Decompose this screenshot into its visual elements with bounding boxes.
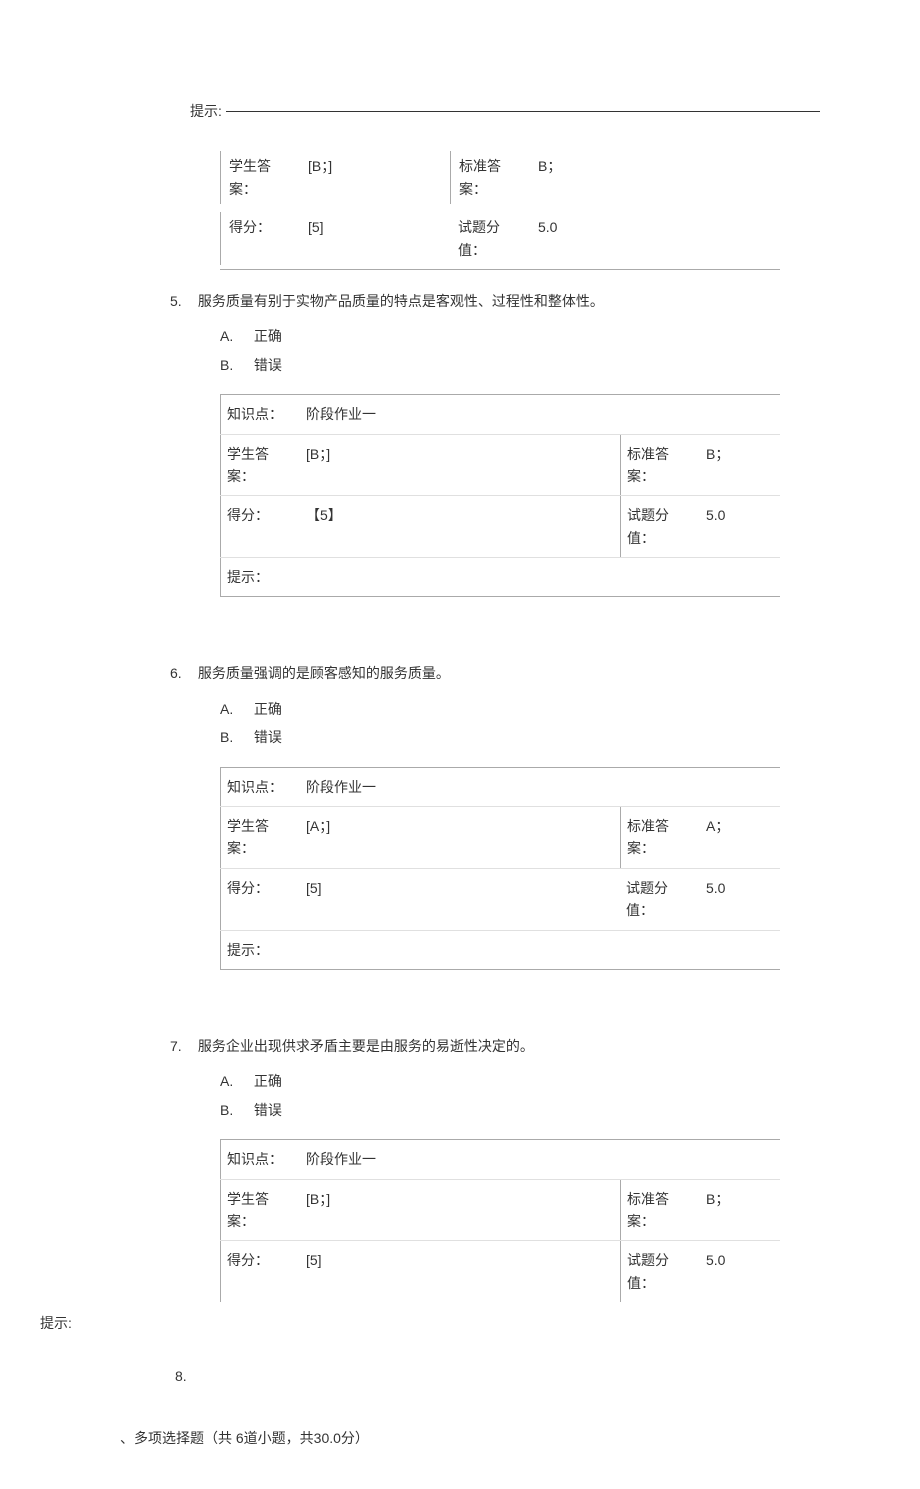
question-6: 6. 服务质量强调的是顾客感知的服务质量。 bbox=[170, 662, 880, 684]
hint-label: 提示： bbox=[220, 558, 300, 596]
student-answer-value: [B；] bbox=[300, 435, 620, 496]
score-value: 【5】 bbox=[300, 496, 620, 557]
hint-q7: 提示: bbox=[40, 1312, 880, 1334]
option-text: 正确 bbox=[254, 1073, 282, 1089]
correct-answer-label: 标准答案： bbox=[620, 435, 700, 496]
question-text: 服务质量有别于实物产品质量的特点是客观性、过程性和整体性。 bbox=[198, 293, 604, 309]
hint-label: 提示： bbox=[220, 931, 300, 969]
student-answer-value: [B；] bbox=[300, 151, 450, 204]
option-text: 错误 bbox=[254, 1102, 282, 1118]
value-label: 试题分值： bbox=[620, 869, 700, 930]
option-text: 错误 bbox=[254, 357, 282, 373]
options-q5: A. 正确 B. 错误 bbox=[220, 322, 880, 379]
question-8: 8. bbox=[175, 1365, 880, 1387]
option-letter: A. bbox=[220, 1070, 250, 1092]
question-7: 7. 服务企业出现供求矛盾主要是由服务的易逝性决定的。 bbox=[170, 1035, 880, 1057]
option-letter: A. bbox=[220, 325, 250, 347]
value-label: 试题分值： bbox=[620, 1241, 700, 1302]
option-b: B. 错误 bbox=[220, 723, 880, 751]
kp-label: 知识点： bbox=[220, 768, 300, 806]
answer-table-q6: 知识点： 阶段作业一 学生答案： [A；] 标准答案： A； 得分： [5] 试… bbox=[220, 767, 780, 970]
hint-value bbox=[300, 931, 780, 969]
hint-label: 提示: bbox=[190, 103, 226, 119]
options-q7: A. 正确 B. 错误 bbox=[220, 1067, 880, 1124]
score-label: 得分： bbox=[220, 869, 300, 930]
value-label: 试题分值： bbox=[620, 496, 700, 557]
value-value: 5.0 bbox=[700, 1241, 780, 1302]
student-answer-label: 学生答案： bbox=[220, 151, 300, 204]
kp-value: 阶段作业一 bbox=[300, 1140, 780, 1178]
student-answer-value: [B；] bbox=[300, 1180, 620, 1241]
option-text: 正确 bbox=[254, 701, 282, 717]
hint-value bbox=[300, 558, 780, 596]
kp-label: 知识点： bbox=[220, 1140, 300, 1178]
value-value: 5.0 bbox=[530, 212, 780, 265]
score-label: 得分： bbox=[220, 496, 300, 557]
score-label: 得分： bbox=[220, 1241, 300, 1302]
option-a: A. 正确 bbox=[220, 695, 880, 723]
kp-label: 知识点： bbox=[220, 395, 300, 433]
kp-value: 阶段作业一 bbox=[300, 395, 780, 433]
correct-answer-label: 标准答案： bbox=[620, 807, 700, 868]
question-number: 7. bbox=[170, 1035, 194, 1057]
option-letter: B. bbox=[220, 726, 250, 748]
correct-answer-value: B； bbox=[700, 1180, 780, 1241]
option-letter: A. bbox=[220, 698, 250, 720]
option-text: 正确 bbox=[254, 328, 282, 344]
value-value: 5.0 bbox=[700, 869, 780, 930]
question-number: 5. bbox=[170, 290, 194, 312]
kp-value: 阶段作业一 bbox=[300, 768, 780, 806]
question-text: 服务企业出现供求矛盾主要是由服务的易逝性决定的。 bbox=[198, 1038, 534, 1054]
option-a: A. 正确 bbox=[220, 322, 880, 350]
score-value: [5] bbox=[300, 869, 620, 930]
answer-table-q5: 知识点： 阶段作业一 学生答案： [B；] 标准答案： B； 得分： 【5】 试… bbox=[220, 394, 780, 597]
section-title-multi-choice: 、多项选择题（共 6道小题，共30.0分） bbox=[120, 1427, 880, 1449]
option-b: B. 错误 bbox=[220, 1096, 880, 1124]
correct-answer-label: 标准答案： bbox=[450, 151, 530, 204]
student-answer-value: [A；] bbox=[300, 807, 620, 868]
question-number: 6. bbox=[170, 662, 194, 684]
question-5: 5. 服务质量有别于实物产品质量的特点是客观性、过程性和整体性。 bbox=[170, 290, 880, 312]
value-value: 5.0 bbox=[700, 496, 780, 557]
answer-table-q7: 知识点： 阶段作业一 学生答案： [B；] 标准答案： B； 得分： [5] 试… bbox=[220, 1139, 780, 1302]
correct-answer-value: B； bbox=[700, 435, 780, 496]
question-text: 服务质量强调的是顾客感知的服务质量。 bbox=[198, 665, 450, 681]
hint-strike-line: 提示: bbox=[190, 100, 880, 122]
correct-answer-value: A； bbox=[700, 807, 780, 868]
options-q6: A. 正确 B. 错误 bbox=[220, 695, 880, 752]
option-letter: B. bbox=[220, 1099, 250, 1121]
score-value: [5] bbox=[300, 212, 450, 265]
correct-answer-label: 标准答案： bbox=[620, 1180, 700, 1241]
student-answer-label: 学生答案： bbox=[220, 1180, 300, 1241]
value-label: 试题分值： bbox=[450, 212, 530, 265]
option-a: A. 正确 bbox=[220, 1067, 880, 1095]
correct-answer-value: B； bbox=[530, 151, 780, 204]
option-text: 错误 bbox=[254, 729, 282, 745]
student-answer-label: 学生答案： bbox=[220, 435, 300, 496]
option-b: B. 错误 bbox=[220, 351, 880, 379]
student-answer-label: 学生答案： bbox=[220, 807, 300, 868]
question-number: 8. bbox=[175, 1368, 187, 1384]
score-label: 得分： bbox=[220, 212, 300, 265]
answer-table-q4: 学生答案： [B；] 标准答案： B； 得分： [5] 试题分值： 5.0 bbox=[220, 147, 780, 270]
score-value: [5] bbox=[300, 1241, 620, 1302]
option-letter: B. bbox=[220, 354, 250, 376]
